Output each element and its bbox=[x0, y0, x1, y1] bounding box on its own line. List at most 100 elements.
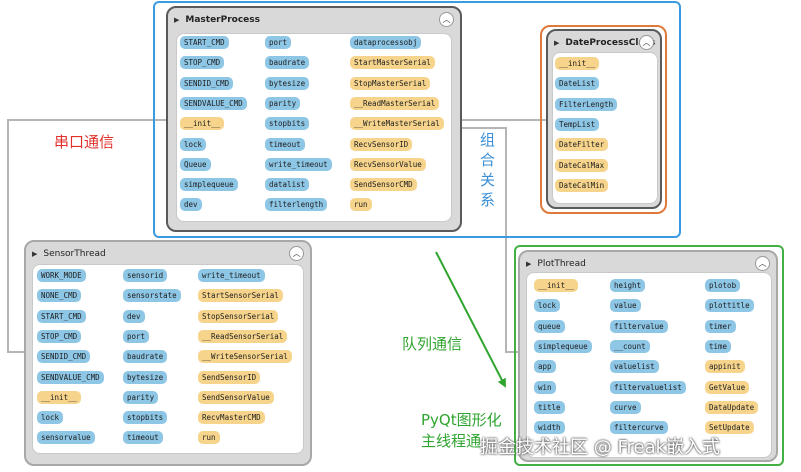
watermark: 掘金技术社区 @ Freak嵌入式 bbox=[480, 437, 721, 458]
attribute-chip: simplequeue bbox=[180, 178, 238, 191]
chevron-up-icon[interactable]: ︿ bbox=[439, 12, 454, 27]
attribute-chip: sensorvalue bbox=[37, 431, 95, 444]
attribute-chip: TempList bbox=[555, 118, 600, 131]
attribute-chip: dataprocessobj bbox=[350, 36, 422, 49]
attribute-chip: plottitle bbox=[705, 299, 754, 312]
attribute-chip: sensorid bbox=[123, 269, 168, 282]
class-title: SensorThread bbox=[43, 249, 106, 259]
queue-comm-label: 队列通信 bbox=[402, 335, 463, 353]
method-chip: run bbox=[198, 431, 220, 444]
attribute-chip: SENDID_CMD bbox=[37, 350, 91, 363]
attribute-chip: port bbox=[265, 36, 292, 49]
attribute-chip: time bbox=[705, 340, 732, 353]
method-chip: StartMasterSerial bbox=[350, 56, 435, 69]
attribute-chip: lock bbox=[534, 299, 561, 312]
attribute-chip: curve bbox=[610, 401, 641, 414]
method-chip: __ReadSensorSerial bbox=[198, 330, 288, 343]
chevron-up-icon[interactable]: ︿ bbox=[755, 256, 770, 271]
attribute-chip: filtercurve bbox=[610, 421, 668, 434]
attribute-chip: bytesize bbox=[123, 371, 168, 384]
attribute-chip: stopbits bbox=[123, 411, 168, 424]
class-title: MasterProcess bbox=[185, 15, 260, 25]
method-chip: SendSensorValue bbox=[198, 391, 274, 404]
attribute-chip: parity bbox=[123, 391, 159, 404]
attribute-chip: START_CMD bbox=[37, 310, 86, 323]
attribute-chip: bytesize bbox=[265, 77, 310, 90]
attribute-chip: Queue bbox=[180, 158, 211, 171]
pyqt-label-line2: 主线程通 bbox=[421, 432, 482, 450]
method-chip: DateFilter bbox=[555, 138, 609, 151]
attribute-chip: queue bbox=[534, 320, 565, 333]
attribute-chip: dev bbox=[180, 198, 202, 211]
method-chip: __init__ bbox=[180, 117, 225, 130]
attribute-chip: sensorstate bbox=[123, 289, 181, 302]
attribute-chip: timeout bbox=[123, 431, 163, 444]
disclosure-triangle-icon[interactable]: ▶ bbox=[32, 250, 37, 258]
attribute-chip: write_timeout bbox=[265, 158, 332, 171]
method-chip: __init__ bbox=[534, 279, 579, 292]
pyqt-label-line1: PyQt图形化 bbox=[421, 411, 502, 429]
attribute-chip: DateList bbox=[555, 77, 600, 90]
attribute-chip: port bbox=[123, 330, 150, 343]
method-chip: SendSensorCMD bbox=[350, 178, 417, 191]
attribute-chip: filtervaluelist bbox=[610, 381, 686, 394]
method-chip: RecvMasterCMD bbox=[198, 411, 265, 424]
attribute-chip: __count bbox=[610, 340, 650, 353]
method-chip: __init__ bbox=[37, 391, 82, 404]
class-title: PlotThread bbox=[537, 259, 586, 269]
attribute-chip: SENDVALUE_CMD bbox=[37, 371, 104, 384]
attribute-chip: plotob bbox=[705, 279, 741, 292]
attribute-chip: SENDID_CMD bbox=[180, 77, 234, 90]
attribute-chip: SENDVALUE_CMD bbox=[180, 97, 247, 110]
chevron-up-icon[interactable]: ︿ bbox=[289, 246, 304, 261]
attribute-chip: app bbox=[534, 360, 556, 373]
attribute-chip: STOP_CMD bbox=[37, 330, 82, 343]
method-chip: __WriteSensorSerial bbox=[198, 350, 292, 363]
method-chip: DateCalMax bbox=[555, 159, 609, 172]
method-chip: appinit bbox=[705, 360, 745, 373]
method-chip: DateCalMin bbox=[555, 179, 609, 192]
queue-arrow bbox=[435, 251, 506, 388]
method-chip: RecvSensorID bbox=[350, 138, 413, 151]
class-header: ▶ MasterProcess bbox=[168, 8, 460, 32]
attribute-chip: valuelist bbox=[610, 360, 659, 373]
attribute-chip: baudrate bbox=[123, 350, 168, 363]
attribute-chip: filterlength bbox=[265, 198, 328, 211]
attribute-chip: height bbox=[610, 279, 646, 292]
attribute-chip: STOP_CMD bbox=[180, 56, 225, 69]
attribute-chip: timer bbox=[705, 320, 736, 333]
method-chip: __init__ bbox=[555, 57, 600, 70]
attribute-chip: value bbox=[610, 299, 641, 312]
attribute-chip: write_timeout bbox=[198, 269, 265, 282]
method-chip: StopSensorSerial bbox=[198, 310, 279, 323]
attribute-chip: simplequeue bbox=[534, 340, 592, 353]
method-chip: SendSensorID bbox=[198, 371, 261, 384]
method-chip: StopMasterSerial bbox=[350, 77, 431, 90]
method-chip: StartSensorSerial bbox=[198, 289, 283, 302]
method-chip: __ReadMasterSerial bbox=[350, 97, 440, 110]
attribute-chip: baudrate bbox=[265, 56, 310, 69]
serial-comm-label: 串口通信 bbox=[54, 133, 115, 151]
method-chip: run bbox=[350, 198, 372, 211]
attribute-chip: lock bbox=[180, 138, 207, 151]
disclosure-triangle-icon[interactable]: ▶ bbox=[174, 16, 179, 24]
attribute-chip: NONE_CMD bbox=[37, 289, 82, 302]
attribute-chip: WORK_MODE bbox=[37, 269, 86, 282]
method-chip: DataUpdate bbox=[705, 401, 759, 414]
attribute-chip: START_CMD bbox=[180, 36, 229, 49]
method-chip: __WriteMasterSerial bbox=[350, 117, 444, 130]
attribute-chip: timeout bbox=[265, 138, 305, 151]
chevron-up-icon[interactable]: ︿ bbox=[639, 35, 654, 50]
attribute-chip: parity bbox=[265, 97, 301, 110]
attribute-chip: win bbox=[534, 381, 556, 394]
disclosure-triangle-icon[interactable]: ▶ bbox=[554, 39, 559, 47]
method-chip: RecvSensorValue bbox=[350, 158, 426, 171]
attribute-chip: title bbox=[534, 401, 565, 414]
attribute-chip: filtervalue bbox=[610, 320, 668, 333]
composition-label: 组合关系 bbox=[480, 131, 496, 209]
attribute-chip: lock bbox=[37, 411, 64, 424]
disclosure-triangle-icon[interactable]: ▶ bbox=[526, 260, 531, 268]
attribute-chip: dev bbox=[123, 310, 145, 323]
attribute-chip: width bbox=[534, 421, 565, 434]
class-header: ▶ SensorThread bbox=[26, 242, 310, 266]
